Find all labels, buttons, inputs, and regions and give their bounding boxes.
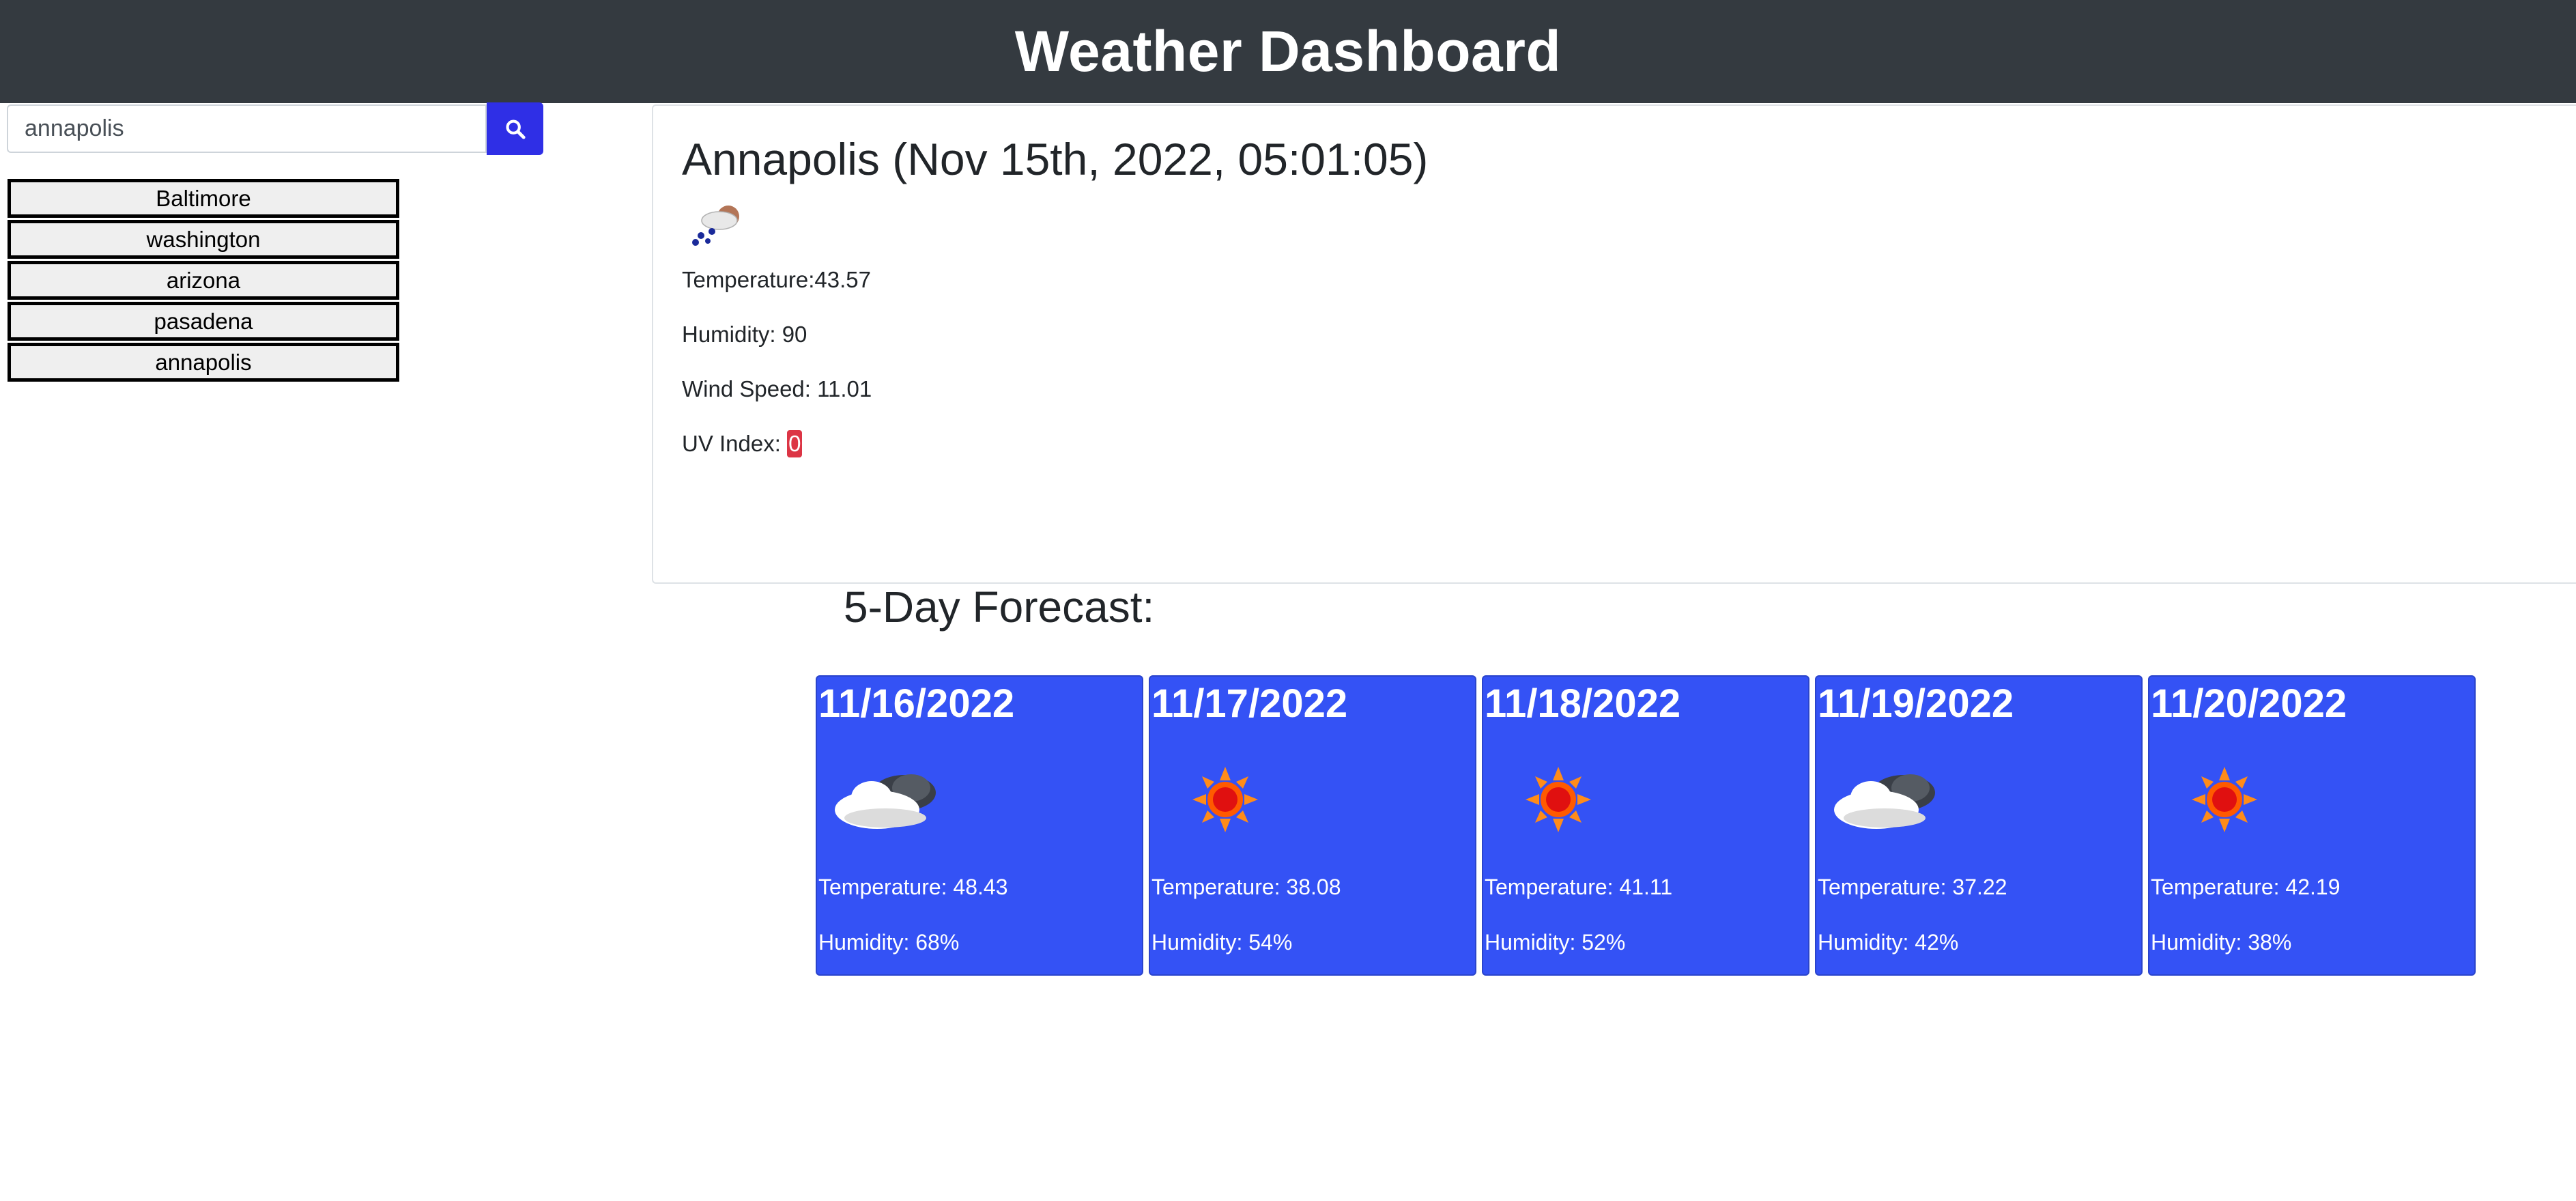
current-temperature: Temperature:43.57 xyxy=(682,267,872,292)
current-weather-card: Annapolis (Nov 15th, 2022, 05:01:05) Tem… xyxy=(652,104,2576,584)
uv-label: UV Index: xyxy=(682,431,788,456)
forecast-temperature: Temperature: 38.08 xyxy=(1151,875,1341,899)
search-bar xyxy=(7,102,543,155)
forecast-card: 11/18/2022 Temperature: 41.11 Humidity: … xyxy=(1482,675,1809,976)
cloudy-icon xyxy=(1834,774,1935,829)
search-button[interactable] xyxy=(487,102,543,155)
forecast-humidity: Humidity: 42% xyxy=(1818,930,1959,955)
page-title: Weather Dashboard xyxy=(1014,19,1562,83)
forecast-temperature: Temperature: 42.19 xyxy=(2151,875,2341,899)
history-item-baltimore[interactable]: Baltimore xyxy=(8,179,399,218)
sun-icon xyxy=(1192,767,1258,832)
search-history-list: Baltimore washington arizona pasadena an… xyxy=(8,179,399,384)
forecast-date: 11/18/2022 xyxy=(1485,681,1681,726)
uv-badge: 0 xyxy=(787,430,803,457)
history-item-arizona[interactable]: arizona xyxy=(8,261,399,300)
forecast-humidity: Humidity: 68% xyxy=(818,930,960,955)
sun-icon xyxy=(2192,767,2257,832)
forecast-title: 5-Day Forecast: xyxy=(844,582,1155,632)
cloudy-icon xyxy=(835,774,936,829)
forecast-card: 11/16/2022 Temperature: 48.43 Humidity: … xyxy=(816,675,1143,976)
current-humidity: Humidity: 90 xyxy=(682,322,807,347)
forecast-temperature: Temperature: 37.22 xyxy=(1818,875,2007,899)
current-wind-speed: Wind Speed: 11.01 xyxy=(682,376,872,401)
forecast-humidity: Humidity: 54% xyxy=(1151,930,1293,955)
forecast-date: 11/16/2022 xyxy=(818,681,1015,726)
current-city-title: Annapolis (Nov 15th, 2022, 05:01:05) xyxy=(682,134,1429,184)
forecast-date: 11/20/2022 xyxy=(2151,681,2347,726)
forecast-temperature: Temperature: 41.11 xyxy=(1485,875,1673,899)
forecast-date: 11/19/2022 xyxy=(1818,681,2014,726)
history-item-washington[interactable]: washington xyxy=(8,220,399,259)
forecast-date: 11/17/2022 xyxy=(1151,681,1348,726)
forecast-card: 11/20/2022 Temperature: 42.19 Humidity: … xyxy=(2148,675,2476,976)
forecast-card: 11/17/2022 Temperature: 38.08 Humidity: … xyxy=(1149,675,1476,976)
rain-night-icon xyxy=(692,206,739,246)
search-icon xyxy=(506,119,526,139)
forecast-list: 11/16/2022 Temperature: 48.43 Humidity: … xyxy=(816,675,2481,976)
search-input[interactable] xyxy=(7,104,487,153)
current-stats: Temperature:43.57 Humidity: 90 Wind Spee… xyxy=(682,266,2576,485)
sun-icon xyxy=(1526,767,1591,832)
history-item-pasadena[interactable]: pasadena xyxy=(8,302,399,341)
forecast-temperature: Temperature: 48.43 xyxy=(818,875,1008,899)
forecast-card: 11/19/2022 Temperature: 37.22 Humidity: … xyxy=(1815,675,2143,976)
current-uv-index: UV Index: 0 xyxy=(682,430,2576,485)
forecast-humidity: Humidity: 52% xyxy=(1485,930,1626,955)
header-bar: Weather Dashboard xyxy=(0,0,2576,103)
history-item-annapolis[interactable]: annapolis xyxy=(8,343,399,382)
forecast-humidity: Humidity: 38% xyxy=(2151,930,2292,955)
